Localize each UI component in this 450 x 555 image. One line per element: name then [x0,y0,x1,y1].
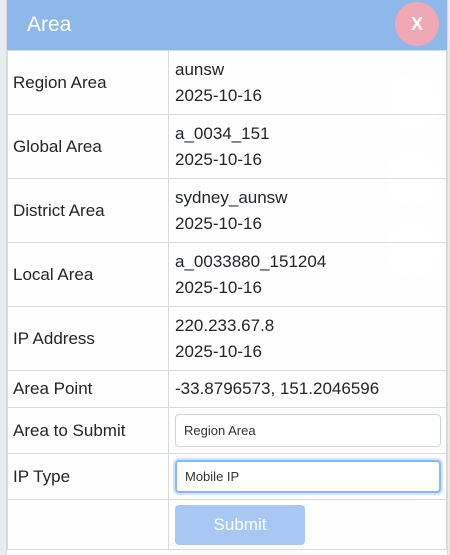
area-dialog: Area X Region Area aunsw 2025-10-16 Glob… [6,0,448,555]
close-button[interactable]: X [395,2,439,46]
dialog-title: Area [27,13,72,36]
row-date: 2025-10-16 [175,341,262,361]
area-info-table: Region Area aunsw 2025-10-16 Global Area… [7,50,447,550]
ip-type-label: IP Type [7,453,169,500]
table-row: Region Area aunsw 2025-10-16 [7,50,447,115]
table-row: District Area sydney_aunsw 2025-10-16 [7,178,447,243]
area-to-submit-input[interactable] [175,414,441,447]
row-label: Global Area [7,114,169,179]
ip-type-input[interactable] [175,460,441,493]
table-row: Global Area a_0034_151 2025-10-16 [7,114,447,179]
area-to-submit-label: Area to Submit [7,407,169,454]
area-point-label: Area Point [7,370,169,408]
row-value: sydney_aunsw [175,187,288,207]
table-row: IP Address 220.233.67.8 2025-10-16 [7,306,447,371]
table-row: IP Type [7,453,447,500]
row-value: a_0034_151 [175,123,270,143]
area-point-value: -33.8796573, 151.2046596 [168,370,447,408]
row-label: IP Address [7,306,169,371]
row-date: 2025-10-16 [175,85,262,105]
table-row: Local Area a_0033880_151204 2025-10-16 [7,242,447,307]
row-value: 220.233.67.8 [175,315,275,335]
row-date: 2025-10-16 [175,277,262,297]
dialog-header: Area X [7,0,447,50]
row-label: Local Area [7,242,169,307]
row-date: 2025-10-16 [175,149,262,169]
submit-button[interactable]: Submit [175,504,305,545]
row-value: aunsw [175,59,225,79]
table-row: Area to Submit [7,407,447,454]
table-row: Submit [7,499,447,550]
row-value: a_0033880_151204 [175,251,327,271]
row-label: Region Area [7,50,169,115]
row-label: District Area [7,178,169,243]
table-row: Area Point -33.8796573, 151.2046596 [7,370,447,408]
row-date: 2025-10-16 [175,213,262,233]
